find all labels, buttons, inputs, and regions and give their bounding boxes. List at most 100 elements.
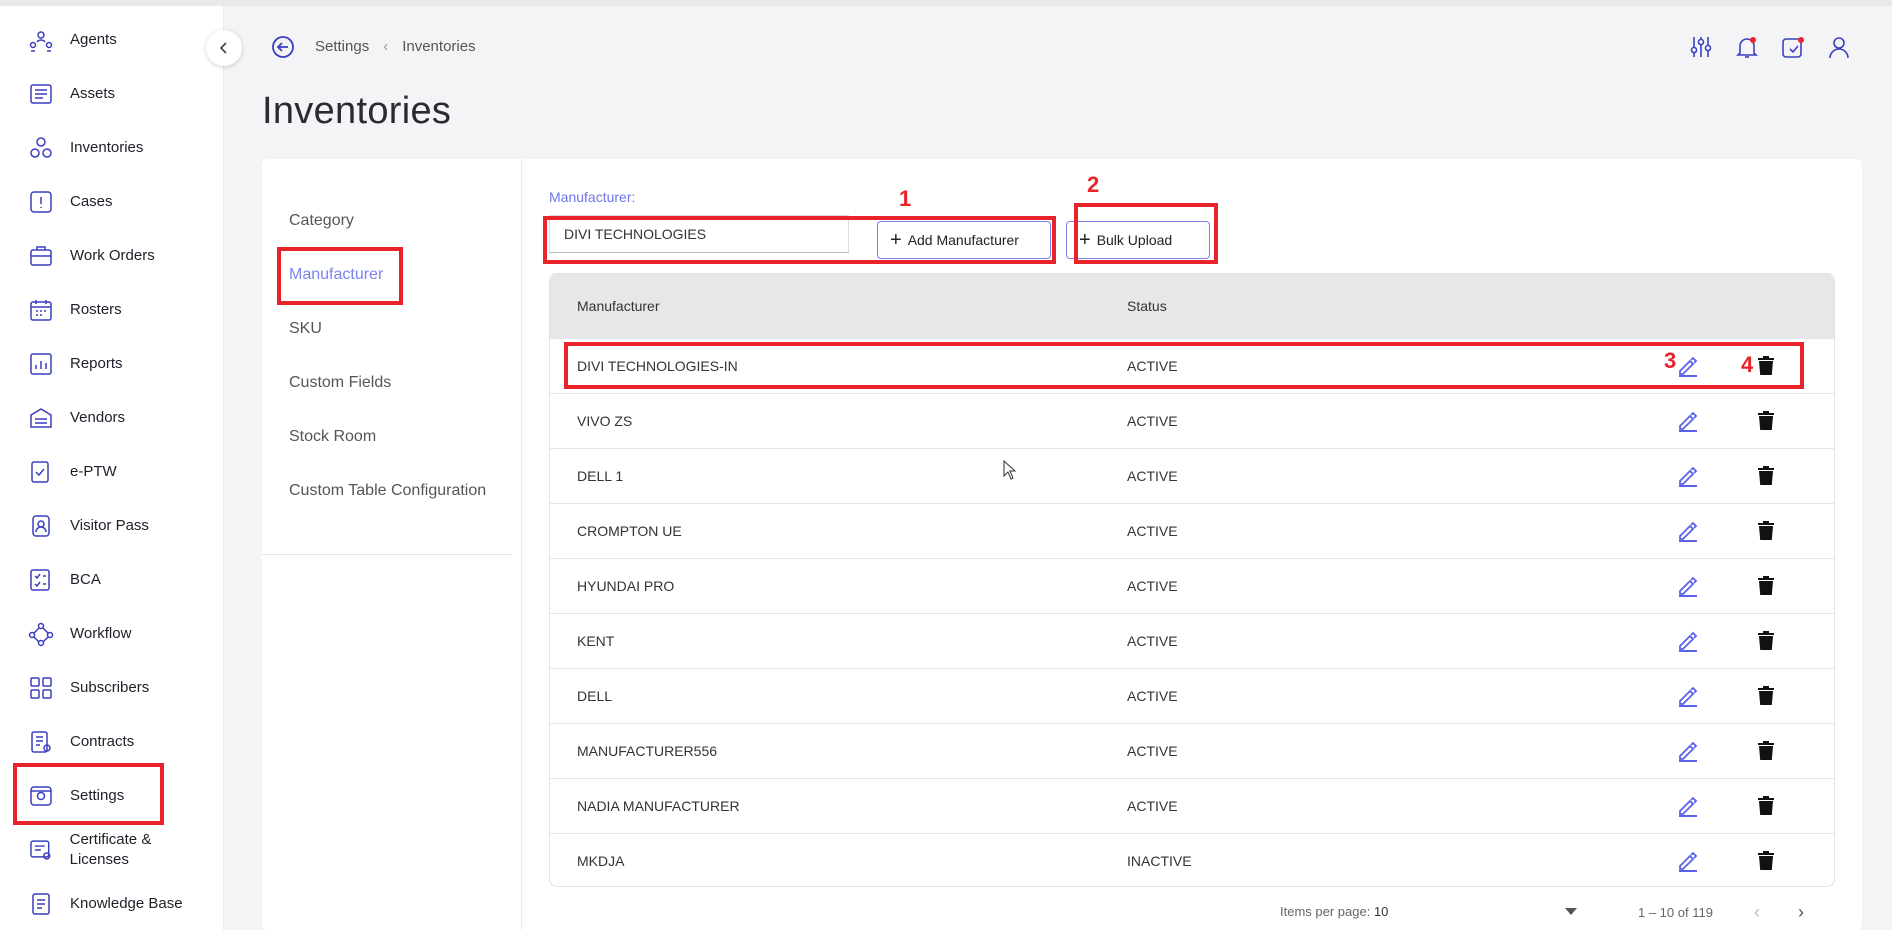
sidebar-item-label: Assets bbox=[70, 85, 116, 102]
sidebar-item-subscribers[interactable]: Subscribers bbox=[28, 668, 149, 708]
sidebar-item-contracts[interactable]: Contracts bbox=[28, 722, 134, 762]
add-manufacturer-button[interactable]: + Add Manufacturer bbox=[877, 221, 1051, 259]
table-row: DELL 1 ACTIVE bbox=[550, 448, 1834, 503]
column-header-status[interactable]: Status bbox=[1127, 298, 1167, 314]
delete-icon[interactable] bbox=[1757, 520, 1775, 542]
delete-icon[interactable] bbox=[1757, 795, 1775, 817]
status-text: ACTIVE bbox=[1127, 523, 1178, 539]
main-card: Category Manufacturer SKU Custom Fields … bbox=[262, 159, 1862, 930]
delete-icon[interactable] bbox=[1757, 465, 1775, 487]
manufacturer-name: KENT bbox=[577, 633, 615, 649]
add-manufacturer-label: Add Manufacturer bbox=[907, 232, 1019, 248]
sidebar-item-work-orders[interactable]: Work Orders bbox=[28, 236, 155, 276]
manufacturer-name: MANUFACTURER556 bbox=[577, 743, 718, 759]
edit-icon[interactable] bbox=[1677, 685, 1699, 707]
table-row: NADIA MANUFACTURER ACTIVE bbox=[550, 778, 1834, 833]
delete-icon[interactable] bbox=[1757, 850, 1775, 872]
previous-page-button[interactable]: ‹ bbox=[1754, 902, 1760, 923]
delete-icon[interactable] bbox=[1757, 355, 1775, 377]
status-text: ACTIVE bbox=[1127, 743, 1178, 759]
edit-icon[interactable] bbox=[1677, 575, 1699, 597]
settings-icon bbox=[30, 786, 52, 806]
eptw-icon bbox=[31, 461, 49, 483]
sidebar-item-inventories[interactable]: Inventories bbox=[28, 128, 143, 168]
items-per-page-label: Items per page: bbox=[1280, 904, 1371, 919]
edit-icon[interactable] bbox=[1677, 740, 1699, 762]
sidebar-item-label: Settings bbox=[70, 787, 125, 804]
sidebar-item-rosters[interactable]: Rosters bbox=[28, 290, 122, 330]
sidebar-collapse-button[interactable] bbox=[206, 30, 242, 66]
manufacturer-name: DELL bbox=[577, 688, 613, 704]
manufacturer-name: DIVI TECHNOLOGIES-IN bbox=[577, 358, 738, 374]
delete-icon[interactable] bbox=[1757, 740, 1775, 762]
edit-icon[interactable] bbox=[1677, 465, 1699, 487]
subnav-item-custom-table-config[interactable]: Custom Table Configuration bbox=[289, 482, 486, 500]
subnav-item-category[interactable]: Category bbox=[289, 212, 354, 230]
sidebar-item-vendors[interactable]: Vendors bbox=[28, 398, 125, 438]
sidebar-item-knowledge-base[interactable]: Knowledge Base bbox=[28, 884, 183, 924]
edit-icon[interactable] bbox=[1677, 355, 1699, 377]
sidebar-item-label: Knowledge Base bbox=[70, 895, 183, 912]
delete-icon[interactable] bbox=[1757, 410, 1775, 432]
delete-icon[interactable] bbox=[1757, 575, 1775, 597]
sidebar-item-eptw[interactable]: e-PTW bbox=[28, 452, 117, 492]
back-button[interactable] bbox=[270, 34, 296, 60]
edit-icon[interactable] bbox=[1677, 520, 1699, 542]
sidebar-item-visitor-pass[interactable]: Visitor Pass bbox=[28, 506, 149, 546]
edit-icon[interactable] bbox=[1677, 630, 1699, 652]
status-text: ACTIVE bbox=[1127, 633, 1178, 649]
tasks-button[interactable] bbox=[1780, 34, 1806, 60]
items-per-page: Items per page: 10 bbox=[1280, 904, 1388, 919]
sidebar-item-certificate[interactable]: Certificate & Licenses bbox=[28, 830, 178, 870]
sidebar-item-cases[interactable]: Cases bbox=[28, 182, 113, 222]
notifications-button[interactable] bbox=[1734, 34, 1760, 60]
edit-icon[interactable] bbox=[1677, 850, 1699, 872]
subnav-item-stock-room[interactable]: Stock Room bbox=[289, 428, 376, 446]
annotation-number-1: 1 bbox=[899, 186, 912, 211]
bulk-upload-button[interactable]: + Bulk Upload bbox=[1066, 221, 1210, 259]
status-text: ACTIVE bbox=[1127, 358, 1178, 374]
items-per-page-select[interactable]: 10 bbox=[1374, 904, 1388, 919]
status-text: ACTIVE bbox=[1127, 798, 1178, 814]
sidebar-item-label: Contracts bbox=[70, 733, 135, 750]
paginator: Items per page: 10 1 – 10 of 119 ‹ › bbox=[1280, 902, 1840, 926]
delete-icon[interactable] bbox=[1757, 630, 1775, 652]
subnav-item-manufacturer[interactable]: Manufacturer bbox=[289, 266, 383, 284]
annotation-number-4: 4 bbox=[1741, 352, 1754, 377]
table-row: MANUFACTURER556 ACTIVE bbox=[550, 723, 1834, 778]
header-actions bbox=[1688, 34, 1852, 60]
next-page-button[interactable]: › bbox=[1798, 902, 1804, 923]
edit-icon[interactable] bbox=[1677, 795, 1699, 817]
sidebar-item-agents[interactable]: Agents bbox=[28, 20, 117, 60]
breadcrumb: Settings ‹ Inventories bbox=[315, 38, 476, 55]
table-row: DELL ACTIVE bbox=[550, 668, 1834, 723]
subnav-item-custom-fields[interactable]: Custom Fields bbox=[289, 374, 391, 392]
subnav-item-sku[interactable]: SKU bbox=[289, 320, 322, 338]
sidebar-item-label: Reports bbox=[70, 355, 123, 372]
table-row: CROMPTON UE ACTIVE bbox=[550, 503, 1834, 558]
manufacturer-input[interactable]: DIVI TECHNOLOGIES bbox=[549, 215, 849, 253]
delete-icon[interactable] bbox=[1757, 685, 1775, 707]
filter-settings-button[interactable] bbox=[1688, 34, 1714, 60]
subscribers-icon bbox=[30, 677, 52, 699]
reports-icon bbox=[30, 353, 52, 375]
sidebar-item-assets[interactable]: Assets bbox=[28, 74, 115, 114]
sidebar-item-settings[interactable]: Settings bbox=[28, 776, 124, 816]
breadcrumb-settings[interactable]: Settings bbox=[315, 38, 369, 55]
page-title: Inventories bbox=[262, 90, 452, 132]
contracts-icon bbox=[31, 731, 51, 753]
profile-button[interactable] bbox=[1826, 34, 1852, 60]
edit-icon[interactable] bbox=[1677, 410, 1699, 432]
sidebar-item-reports[interactable]: Reports bbox=[28, 344, 123, 384]
dropdown-arrow-icon[interactable] bbox=[1565, 908, 1577, 915]
column-header-manufacturer[interactable]: Manufacturer bbox=[577, 298, 659, 314]
bca-icon bbox=[30, 569, 50, 591]
sidebar-item-bca[interactable]: BCA bbox=[28, 560, 101, 600]
sidebar-item-workflow[interactable]: Workflow bbox=[28, 614, 131, 654]
table-body: DIVI TECHNOLOGIES-IN ACTIVE VIVO ZS ACTIVE D… bbox=[550, 338, 1834, 886]
manufacturer-name: NADIA MANUFACTURER bbox=[577, 798, 740, 814]
sidebar-item-label: Visitor Pass bbox=[70, 517, 149, 534]
inventories-icon bbox=[30, 137, 52, 158]
arrow-back-icon bbox=[272, 36, 294, 58]
plus-icon: + bbox=[890, 229, 902, 251]
